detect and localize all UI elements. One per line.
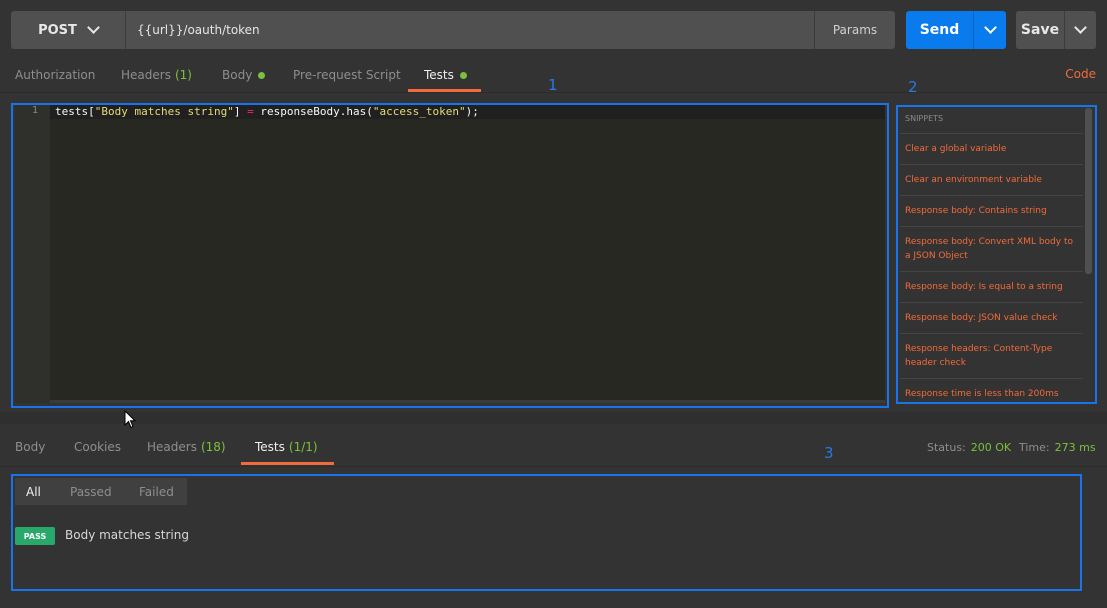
tab-test-results[interactable]: Tests (1/1): [255, 432, 318, 462]
send-button[interactable]: Send: [906, 11, 974, 49]
save-button-group: Save: [1016, 11, 1096, 49]
tab-label: Pre-request Script: [293, 68, 401, 82]
headers-count: (1): [174, 68, 192, 82]
chevron-down-icon: [983, 21, 997, 34]
tab-label: Tests: [424, 68, 454, 82]
chevron-down-icon: [87, 21, 100, 34]
tab-body[interactable]: Body: [222, 60, 266, 90]
status-dot-icon: [258, 71, 266, 79]
annotation-box-editor: [11, 103, 889, 408]
tab-authorization[interactable]: Authorization: [15, 60, 95, 90]
annotation-box-results: [11, 474, 1082, 591]
pane-divider[interactable]: [0, 412, 1107, 424]
request-bar: POST {{url}}/oauth/token Params: [11, 11, 895, 49]
tab-headers[interactable]: Headers (1): [121, 60, 192, 90]
tab-label: Authorization: [15, 68, 96, 82]
status-value: 200 OK: [970, 441, 1012, 454]
annotation-label: 3: [824, 444, 834, 462]
save-button[interactable]: Save: [1016, 11, 1065, 49]
status-label: Status:: [927, 441, 966, 454]
tab-response-headers[interactable]: Headers (18): [147, 432, 226, 462]
divider: [0, 466, 1107, 467]
time-value: 273 ms: [1054, 441, 1096, 454]
active-tab-indicator: [241, 462, 334, 465]
tab-label: Headers: [121, 68, 171, 82]
method-select[interactable]: POST: [11, 11, 126, 49]
save-options-button[interactable]: [1065, 11, 1096, 49]
tab-prerequest-script[interactable]: Pre-request Script: [293, 60, 401, 90]
mouse-pointer-icon: [124, 410, 137, 429]
annotation-label: 1: [548, 76, 558, 94]
tab-label: Tests: [255, 440, 285, 454]
tab-cookies[interactable]: Cookies: [74, 432, 121, 462]
response-tabs: Body Cookies Headers (18) Tests (1/1) St…: [0, 432, 1107, 466]
status-dot-icon: [459, 71, 467, 79]
tab-label: Headers: [147, 440, 197, 454]
annotation-box-snippets: [896, 105, 1097, 404]
tab-label: Body: [222, 68, 253, 82]
tab-label: Body: [15, 440, 46, 454]
chevron-down-icon: [1074, 21, 1087, 34]
code-link[interactable]: Code: [1065, 67, 1096, 81]
annotation-label: 2: [908, 78, 918, 96]
tab-response-body[interactable]: Body: [15, 432, 45, 462]
send-options-button[interactable]: [974, 11, 1006, 49]
status-readout: Status: 200 OK: [927, 441, 1011, 454]
send-button-group: Send: [906, 11, 1006, 49]
method-label: POST: [38, 22, 77, 38]
params-button[interactable]: Params: [814, 11, 895, 49]
headers-count: (18): [200, 440, 226, 454]
time-label: Time:: [1019, 441, 1050, 454]
tab-label: Cookies: [74, 440, 121, 454]
tab-tests[interactable]: Tests: [424, 60, 467, 90]
tests-count: (1/1): [288, 440, 318, 454]
url-input[interactable]: {{url}}/oauth/token: [126, 23, 814, 37]
time-readout: Time: 273 ms: [1019, 441, 1096, 454]
